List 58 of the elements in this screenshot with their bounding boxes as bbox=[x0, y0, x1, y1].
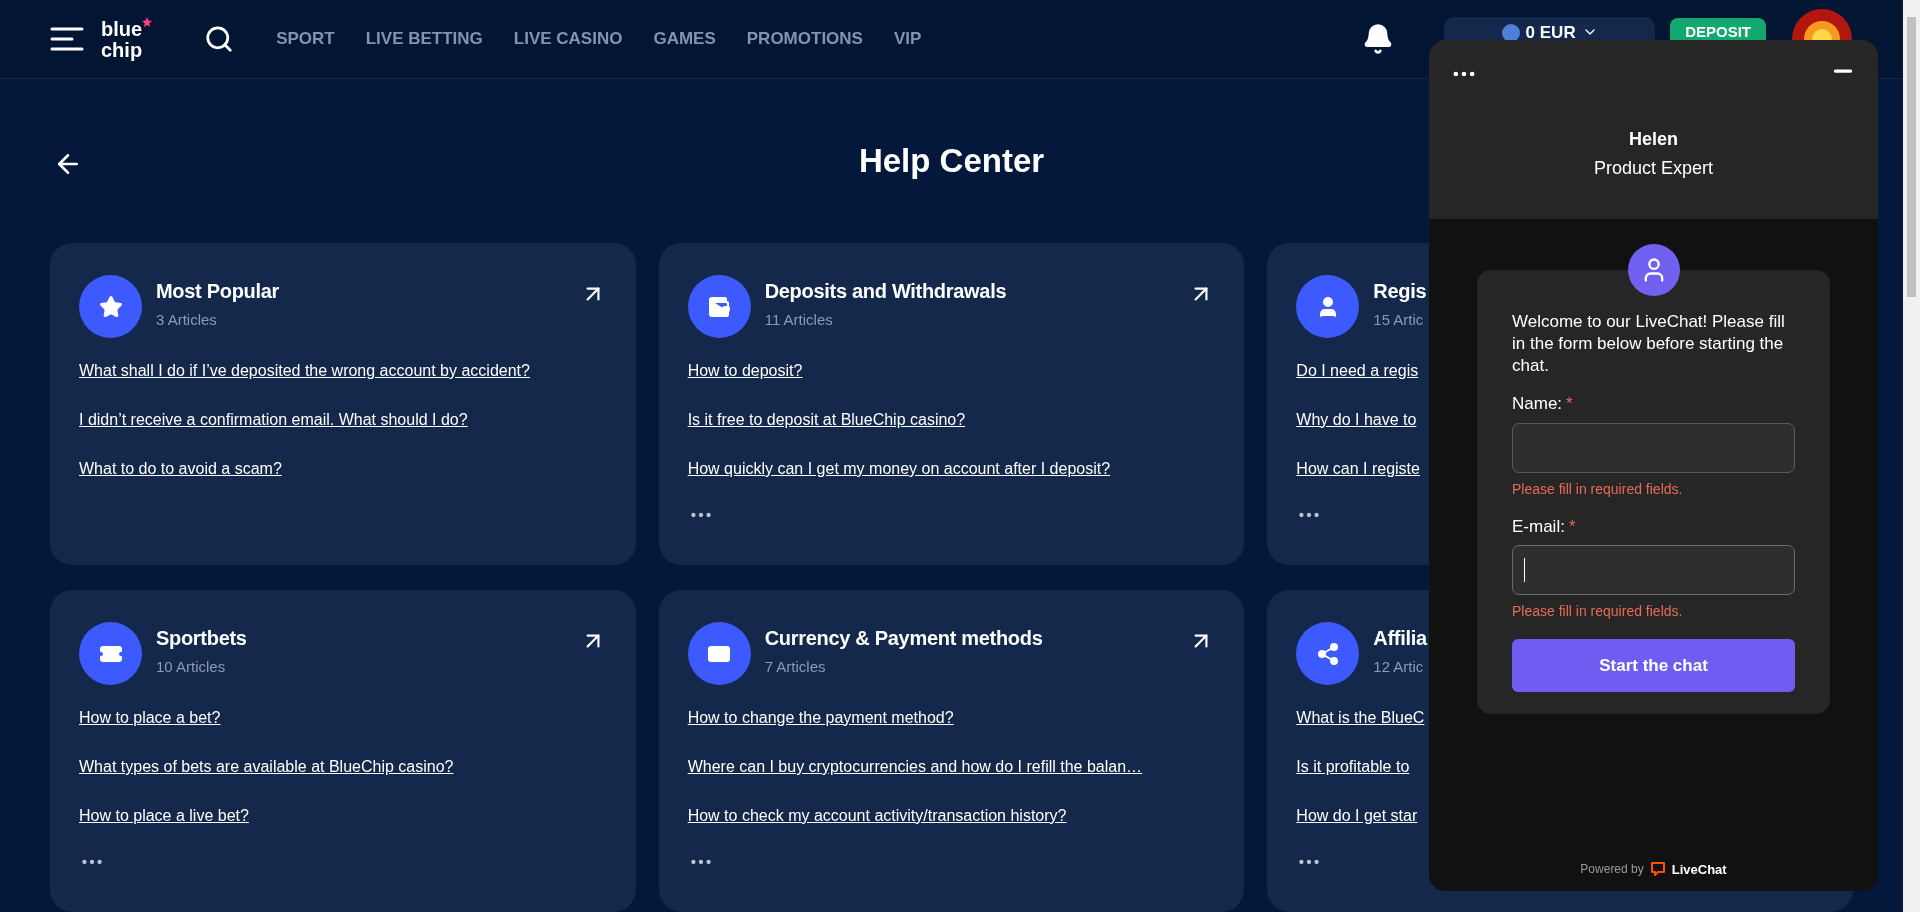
category-title: Affilia bbox=[1373, 626, 1427, 651]
nav-link[interactable]: LIVE BETTING bbox=[365, 26, 483, 52]
start-chat-button[interactable]: Start the chat bbox=[1512, 639, 1795, 692]
error-message: Please fill in required fields. bbox=[1512, 602, 1684, 621]
article-link[interactable]: What is the BlueC bbox=[1296, 707, 1425, 729]
nav-link[interactable]: VIP bbox=[893, 26, 922, 52]
menu-icon[interactable] bbox=[50, 27, 84, 52]
logo[interactable]: blue chip bbox=[101, 17, 153, 62]
article-count: 3 Articles bbox=[156, 310, 218, 330]
article-link[interactable]: How to place a bet? bbox=[79, 707, 221, 729]
article-link[interactable]: Is it free to deposit at BlueChip casino? bbox=[687, 409, 966, 431]
scrollbar[interactable] bbox=[1903, 0, 1920, 912]
category-title: Most Popular bbox=[156, 279, 280, 304]
article-link[interactable]: Why do I have to bbox=[1296, 409, 1417, 431]
agent-role: Product Expert bbox=[1593, 157, 1714, 180]
powered-by-text: Powered by bbox=[1580, 861, 1644, 879]
article-link[interactable]: Do I need a regis bbox=[1296, 360, 1419, 382]
agent-name: Helen bbox=[1629, 128, 1678, 151]
nav-link[interactable]: GAMES bbox=[653, 26, 716, 52]
balance-amount: 0 EUR bbox=[1525, 24, 1576, 43]
category-title: Currency & Payment methods bbox=[764, 626, 1043, 651]
input-field[interactable] bbox=[1512, 422, 1795, 473]
category-title: Regis bbox=[1373, 279, 1427, 304]
article-link[interactable]: How to place a live bet? bbox=[79, 805, 249, 827]
article-link[interactable]: I didn’t receive a confirmation email. What should I do? bbox=[79, 409, 468, 431]
livechat-brand[interactable]: LiveChat bbox=[1671, 859, 1727, 879]
required-mark: * bbox=[1568, 515, 1576, 538]
article-count: 15 Artic bbox=[1373, 310, 1425, 330]
welcome-message: Welcome to our LiveChat! Please fill in the form below before starting the chat. bbox=[1512, 311, 1786, 377]
article-link[interactable]: How to check my account activity/transaction history? bbox=[687, 805, 1067, 827]
search-icon[interactable] bbox=[204, 24, 235, 55]
chat-bubble-icon bbox=[1649, 861, 1666, 878]
category-title: Deposits and Withdrawals bbox=[764, 279, 1007, 304]
article-link[interactable]: How quickly can I get my money on account after I deposit? bbox=[687, 458, 1111, 480]
field-label: Name: bbox=[1512, 393, 1563, 415]
article-link[interactable]: How to deposit? bbox=[687, 360, 803, 382]
article-link[interactable]: How can I registe bbox=[1296, 458, 1420, 480]
input-field[interactable] bbox=[1512, 545, 1795, 595]
article-count: 12 Artic bbox=[1373, 657, 1425, 677]
article-link[interactable]: Is it profitable to bbox=[1296, 756, 1410, 778]
required-mark: * bbox=[1566, 393, 1573, 415]
nav-link[interactable]: PROMOTIONS bbox=[746, 26, 863, 52]
article-count: 11 Articles bbox=[764, 310, 834, 330]
error-message: Please fill in required fields. bbox=[1512, 479, 1684, 499]
page-title: Help Center bbox=[858, 141, 1045, 182]
article-count: 10 Articles bbox=[156, 657, 227, 677]
article-link[interactable]: How to change the payment method? bbox=[687, 707, 954, 729]
article-link[interactable]: What shall I do if I’ve deposited the wrong account by accident? bbox=[79, 360, 530, 382]
article-link[interactable]: Where can I buy cryptocurrencies and how do I refill the balan… bbox=[687, 756, 1143, 778]
article-count: 7 Articles bbox=[764, 657, 827, 677]
article-link[interactable]: What types of bets are available at BlueChip casino? bbox=[79, 756, 454, 778]
category-title: Sportbets bbox=[156, 626, 247, 651]
agent-avatar-icon bbox=[1627, 244, 1680, 296]
article-link[interactable]: What to do to avoid a scam? bbox=[79, 458, 282, 480]
nav-link[interactable]: LIVE CASINO bbox=[513, 26, 623, 52]
nav-link[interactable]: SPORT bbox=[276, 26, 335, 52]
article-link[interactable]: How do I get star bbox=[1296, 805, 1418, 827]
field-label: E-mail: bbox=[1512, 515, 1565, 538]
